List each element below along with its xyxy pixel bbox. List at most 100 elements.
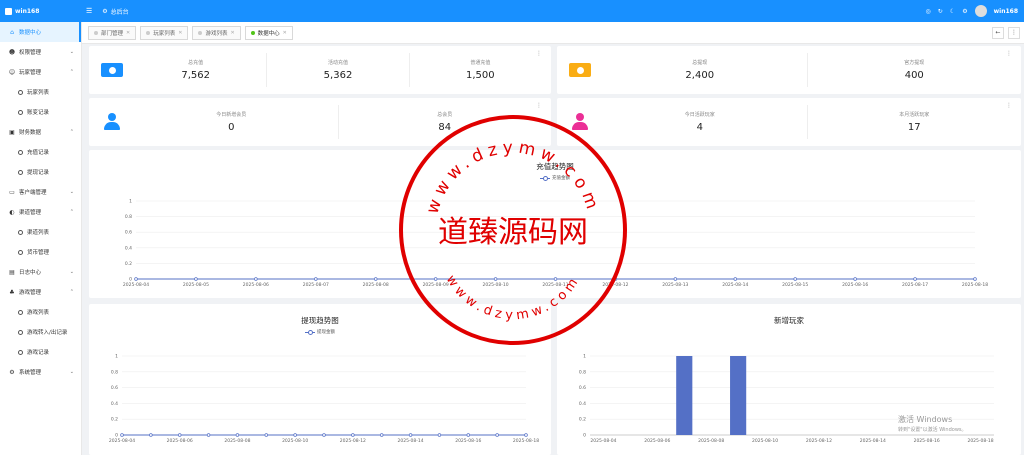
x-tick-label: 2025-08-04 — [109, 438, 135, 444]
circle-icon — [18, 169, 23, 175]
sidebar-item-label: 账变记录 — [27, 110, 50, 116]
top-bar: win168 ☰ ⚙ 总后台 ◎ ↻ ☾ ⚙ win168 — [0, 0, 1024, 22]
sidebar-item[interactable]: ☻ 权限管理 ⌄ — [0, 42, 81, 62]
sidebar-item[interactable]: 充值记录 — [0, 142, 81, 162]
stat-label: 今日新增会员 — [216, 112, 247, 118]
stat-label: 总会员 — [437, 112, 453, 118]
y-tick-label: 0.6 — [125, 230, 132, 236]
sidebar-item-label: 游戏管理 — [19, 290, 42, 296]
back-icon[interactable]: ← — [992, 26, 1004, 39]
user-group-icon: ☺ — [8, 68, 16, 76]
sidebar-item-label: 游戏转入/出记录 — [27, 330, 68, 336]
close-icon[interactable]: ✕ — [283, 30, 287, 36]
y-tick-label: 0.8 — [579, 369, 586, 375]
y-tick-label: 0 — [115, 433, 118, 439]
home-label: 总后台 — [110, 8, 129, 16]
menu-toggle-icon[interactable]: ☰ — [86, 7, 92, 15]
stat-value: 5,362 — [323, 70, 353, 81]
tab-label: 数据中心 — [257, 30, 280, 37]
circle-icon — [18, 109, 23, 115]
sidebar-item-label: 系统管理 — [19, 370, 42, 376]
sidebar-item[interactable]: 游戏转入/出记录 — [0, 322, 81, 342]
tab-dot — [146, 30, 151, 35]
sidebar-item-label: 权限管理 — [19, 50, 42, 56]
members-stat-card: 今日新增会员 0 总会员 84 ⋮ — [89, 98, 551, 146]
stat-value: 1,500 — [466, 70, 495, 81]
sidebar-item-label: 玩家管理 — [19, 70, 42, 76]
chevron-down-icon: ⌄ — [69, 369, 74, 375]
withdraw-chart-card: 提现趋势图 提现金额 0 0.2 0.4 0.6 0.8 1 2025-08-04 2025-… — [89, 304, 551, 455]
sidebar-item[interactable]: ▭ 客户端管理 ⌄ — [0, 182, 81, 202]
game-icon: ♣ — [9, 288, 15, 296]
close-icon[interactable]: ✕ — [178, 30, 182, 36]
stat-value: 84 — [438, 122, 452, 133]
sidebar-item[interactable]: 渠道列表 — [0, 222, 81, 242]
data-point — [553, 277, 558, 281]
close-icon[interactable]: ✕ — [126, 30, 130, 36]
sidebar-item[interactable]: ▤ 日志中心 ⌄ — [0, 262, 81, 282]
x-tick-label: 2025-08-06 — [644, 438, 670, 444]
sidebar-item-label: 日志中心 — [19, 270, 42, 276]
data-point — [495, 433, 499, 437]
data-point — [853, 277, 857, 281]
sidebar-item[interactable]: ⌂ 数据中心 — [0, 22, 81, 42]
x-tick-label: 2025-08-13 — [662, 282, 688, 288]
fullscreen-icon[interactable]: ◎ — [926, 8, 931, 15]
user-name[interactable]: win168 — [994, 8, 1018, 15]
money-icon — [101, 63, 123, 77]
sidebar-item[interactable]: 货币管理 — [0, 242, 81, 262]
stat-value: 17 — [907, 122, 921, 133]
more-icon[interactable]: ⋮ — [536, 50, 542, 57]
moon-icon[interactable]: ☾ — [950, 8, 955, 15]
tab-bar: 部门管理 ✕ 玩家列表 ✕ 游戏列表 ✕ 数据中心 ✕ ← ⋮ — [82, 22, 1024, 44]
stat-label: 活动充值 — [327, 60, 348, 66]
y-tick-label: 0.4 — [579, 401, 586, 407]
sidebar-item[interactable]: 提现记录 — [0, 162, 81, 182]
x-tick-label: 2025-08-07 — [303, 282, 329, 288]
x-tick-label: 2025-08-14 — [860, 438, 886, 444]
sidebar-item[interactable]: 游戏列表 — [0, 302, 81, 322]
more-icon[interactable]: ⋮ — [1006, 102, 1012, 109]
x-tick-label: 2025-08-12 — [340, 438, 366, 444]
stat-value: 4 — [696, 122, 703, 133]
more-icon[interactable]: ⋮ — [536, 102, 542, 109]
data-point — [913, 277, 917, 281]
data-point — [379, 433, 384, 437]
stat-value: 7,562 — [181, 70, 210, 81]
sidebar-item[interactable]: ▣ 财务数据 ⌃ — [0, 122, 81, 142]
sidebar-item[interactable]: 账变记录 — [0, 102, 81, 122]
x-tick-label: 2025-08-17 — [902, 282, 928, 288]
more-icon[interactable]: ⋮ — [1006, 50, 1012, 57]
tab[interactable]: 玩家列表 ✕ — [140, 25, 189, 40]
sidebar-item[interactable]: ⚙ 系统管理 ⌄ — [0, 362, 81, 382]
y-tick-label: 0.6 — [111, 385, 118, 391]
avatar[interactable] — [974, 5, 987, 17]
tab[interactable]: 部门管理 ✕ — [88, 25, 137, 40]
sidebar-item[interactable]: 游戏记录 — [0, 342, 81, 362]
sidebar-item[interactable]: ☺ 玩家管理 ⌃ — [0, 62, 81, 82]
data-point — [524, 433, 528, 437]
y-tick-label: 0.2 — [111, 417, 118, 423]
tab[interactable]: 数据中心 ✕ — [244, 25, 293, 40]
stat-item: 活动充值 5,362 — [266, 53, 408, 87]
close-icon[interactable]: ✕ — [230, 30, 234, 36]
home-link[interactable]: ⚙ 总后台 — [102, 7, 128, 16]
sidebar-item[interactable]: ♣ 游戏管理 ⌃ — [0, 282, 81, 302]
stat-value: 2,400 — [685, 70, 715, 81]
tab[interactable]: 游戏列表 ✕ — [192, 25, 241, 40]
stat-item: 总提现 2,400 — [593, 53, 807, 87]
y-tick-label: 1 — [129, 199, 132, 205]
more-vertical-icon[interactable]: ⋮ — [1008, 26, 1020, 39]
tab-label: 部门管理 — [101, 30, 124, 37]
stat-item: 本月活跃玩家 17 — [806, 105, 1022, 139]
sidebar-item[interactable]: 玩家列表 — [0, 82, 81, 102]
data-point — [149, 433, 153, 437]
stat-item: 总会员 84 — [337, 105, 552, 139]
data-point — [613, 277, 618, 281]
settings-icon[interactable]: ⚙ — [962, 8, 967, 15]
x-tick-label: 2025-08-09 — [423, 282, 449, 288]
refresh-icon[interactable]: ↻ — [938, 8, 943, 15]
sidebar-item[interactable]: ◐ 渠道管理 ⌃ — [0, 202, 81, 222]
logo[interactable]: win168 — [0, 7, 82, 15]
data-point — [373, 277, 378, 281]
